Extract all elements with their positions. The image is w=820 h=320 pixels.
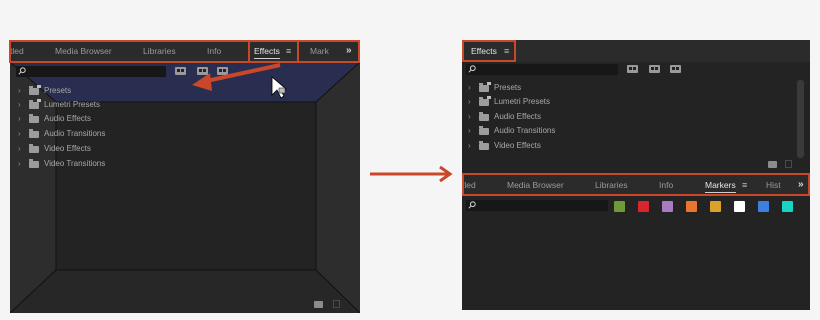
marker-color-cyan[interactable] xyxy=(782,201,793,212)
tab-media-browser[interactable]: Media Browser xyxy=(507,174,564,196)
panel-menu-icon[interactable]: ≡ xyxy=(504,40,509,62)
chevron-right-icon[interactable]: › xyxy=(18,128,21,140)
active-tab-underline xyxy=(705,192,736,193)
folder-icon xyxy=(479,112,489,121)
yuv-effects-filter-icon[interactable] xyxy=(670,65,681,73)
effects-search-input[interactable] xyxy=(16,66,166,77)
effects-tab-bar: Effects ≡ xyxy=(462,40,810,62)
markers-search-input[interactable] xyxy=(466,200,608,211)
marker-color-orange[interactable] xyxy=(686,201,697,212)
tab-markers-label: Markers xyxy=(705,180,736,190)
32bit-effects-filter-icon[interactable] xyxy=(649,65,660,73)
effects-scrollbar[interactable] xyxy=(797,80,804,158)
drag-ghost-icon xyxy=(278,87,286,94)
tab-history-truncated[interactable]: Hist xyxy=(766,174,781,196)
marker-color-purple[interactable] xyxy=(662,201,673,212)
chevron-right-icon[interactable]: › xyxy=(18,85,21,97)
docked-panels: Effects ≡ › Presets › Lumetri Presets › … xyxy=(462,40,810,310)
search-icon xyxy=(468,201,476,209)
folder-icon xyxy=(29,144,39,153)
tab-overflow-icon[interactable]: » xyxy=(798,174,804,196)
chevron-right-icon[interactable]: › xyxy=(18,158,21,170)
folder-icon xyxy=(29,129,39,138)
folder-icon xyxy=(29,114,39,123)
chevron-right-icon[interactable]: › xyxy=(18,113,21,125)
panel-menu-icon[interactable]: ≡ xyxy=(742,174,747,196)
chevron-right-icon[interactable]: › xyxy=(468,125,471,137)
folder-stack-icon xyxy=(479,82,491,92)
tab-timeline-truncated[interactable]: tled xyxy=(462,174,476,196)
tab-info[interactable]: Info xyxy=(659,174,673,196)
folder-icon xyxy=(479,141,489,150)
folder-stack-icon xyxy=(479,96,491,106)
chevron-right-icon[interactable]: › xyxy=(18,143,21,155)
markers-tab-bar: tled Media Browser Libraries Info Marker… xyxy=(462,174,810,196)
drag-arrow-overlay xyxy=(192,63,288,99)
new-bin-icon[interactable] xyxy=(314,301,323,308)
trash-icon[interactable] xyxy=(333,300,340,308)
drop-zone-right-face xyxy=(316,62,360,313)
accelerated-effects-filter-icon[interactable] xyxy=(627,65,638,73)
folder-stack-icon xyxy=(29,85,41,95)
effects-search-input[interactable] xyxy=(466,64,618,75)
new-bin-icon[interactable] xyxy=(768,161,777,168)
chevron-right-icon[interactable]: › xyxy=(18,99,21,111)
folder-stack-icon xyxy=(29,99,41,109)
marker-color-white[interactable] xyxy=(734,201,745,212)
tab-effects[interactable]: Effects xyxy=(471,40,497,62)
chevron-right-icon[interactable]: › xyxy=(468,111,471,123)
marker-color-red[interactable] xyxy=(638,201,649,212)
tab-libraries[interactable]: Libraries xyxy=(595,174,628,196)
search-icon xyxy=(468,65,476,73)
drag-arrow-head xyxy=(192,73,212,91)
marker-color-green[interactable] xyxy=(614,201,625,212)
chevron-right-icon[interactable]: › xyxy=(468,82,471,94)
transition-arrow xyxy=(370,165,453,183)
chevron-right-icon[interactable]: › xyxy=(468,96,471,108)
folder-icon xyxy=(29,159,39,168)
search-icon xyxy=(18,67,26,75)
marker-color-yellow[interactable] xyxy=(710,201,721,212)
marker-color-blue[interactable] xyxy=(758,201,769,212)
trash-icon[interactable] xyxy=(785,160,792,168)
folder-icon xyxy=(479,126,489,135)
tab-markers[interactable]: Markers xyxy=(705,174,736,196)
drop-zone-bottom-face xyxy=(10,270,360,313)
drag-arrow-shaft xyxy=(201,63,281,84)
mouse-cursor-icon xyxy=(271,76,288,99)
chevron-right-icon[interactable]: › xyxy=(468,140,471,152)
